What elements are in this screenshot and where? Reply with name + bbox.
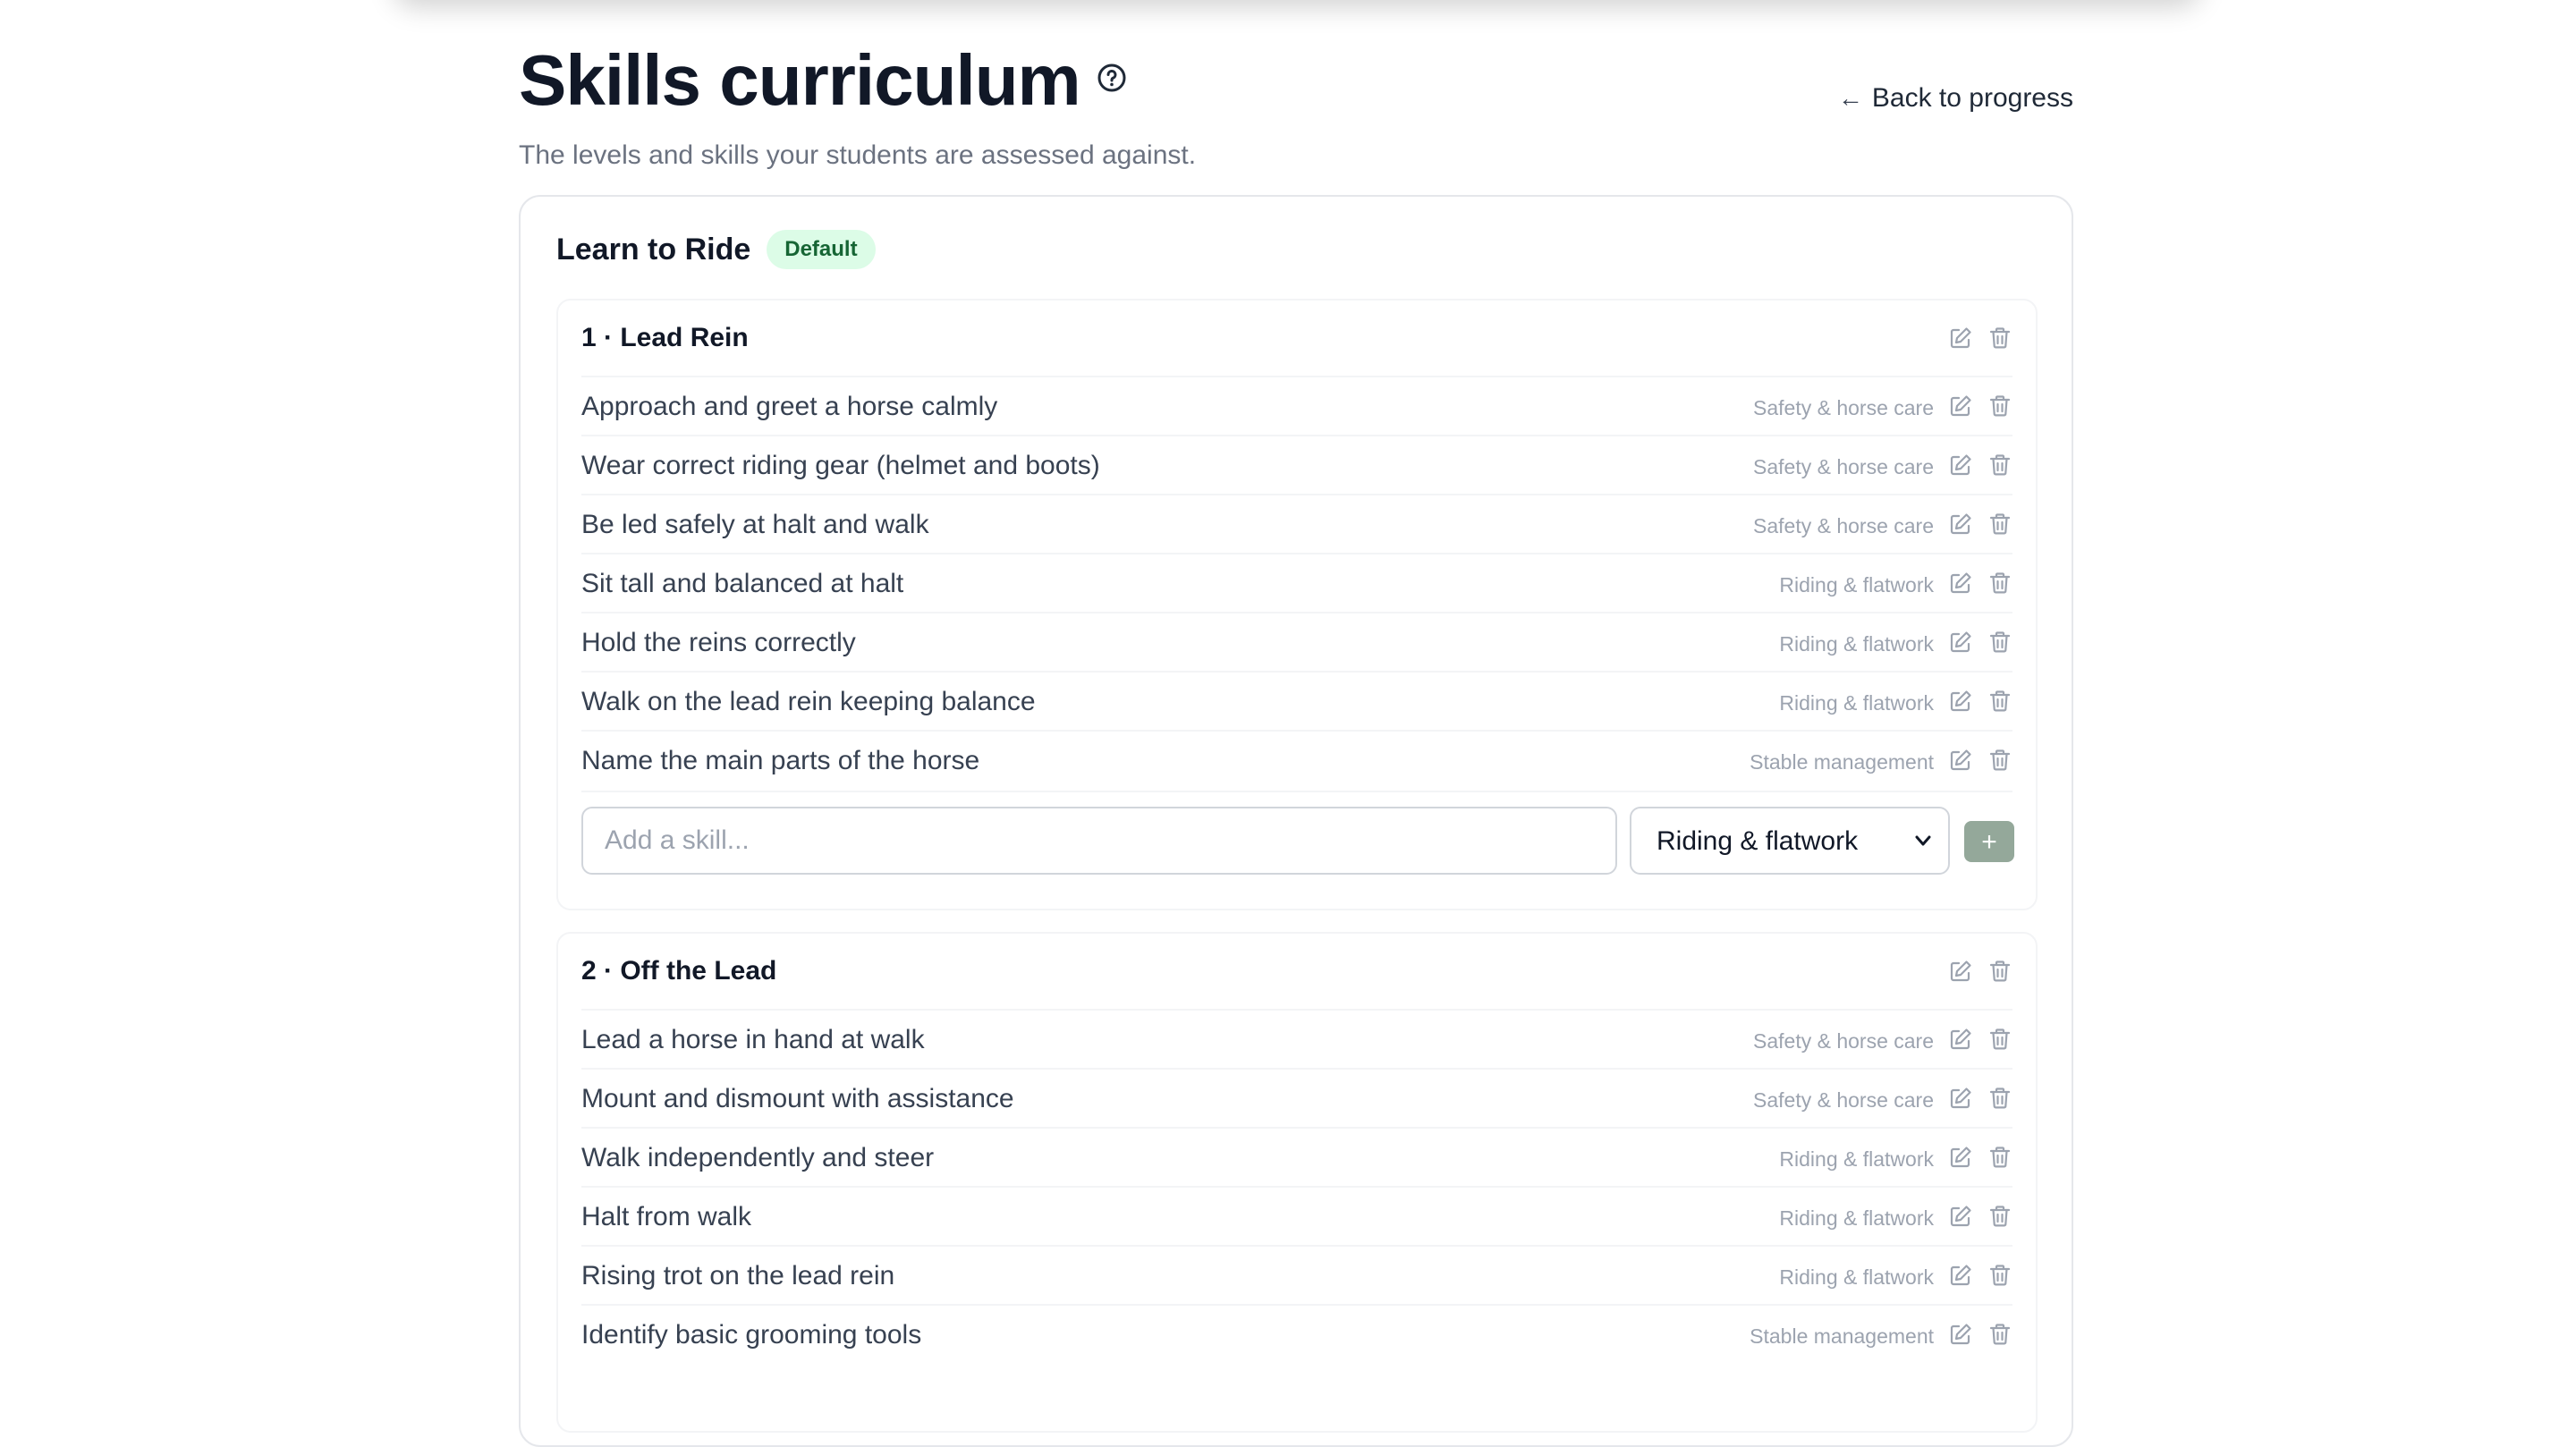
edit-icon[interactable] xyxy=(1948,571,1973,596)
skill-row: Walk independently and steer Riding & fl… xyxy=(581,1129,2012,1188)
edit-icon[interactable] xyxy=(1948,1145,1973,1170)
skill-category: Stable management xyxy=(1750,1324,1934,1348)
skill-row: Mount and dismount with assistance Safet… xyxy=(581,1070,2012,1129)
trash-icon[interactable] xyxy=(1987,512,2012,537)
back-to-progress-link[interactable]: ← Back to progress xyxy=(1838,82,2073,114)
trash-icon[interactable] xyxy=(1987,1204,2012,1229)
skill-category: Riding & flatwork xyxy=(1779,1265,1934,1289)
edit-icon[interactable] xyxy=(1948,393,1973,419)
skill-category: Riding & flatwork xyxy=(1779,632,1934,656)
curriculum-header: Learn to Ride Default xyxy=(556,227,876,272)
skill-name: Lead a horse in hand at walk xyxy=(581,1025,925,1054)
page-content: Skills curriculum ← Back to progress The … xyxy=(519,36,2073,1447)
skill-name: Sit tall and balanced at halt xyxy=(581,569,904,598)
skill-name: Mount and dismount with assistance xyxy=(581,1084,1014,1113)
curriculum-card: Learn to Ride Default 1 · Lead Rein Appr… xyxy=(519,195,2073,1447)
skill-list: Approach and greet a horse calmly Safety… xyxy=(558,377,2036,791)
skill-row: Wear correct riding gear (helmet and boo… xyxy=(581,436,2012,495)
add-skill-input[interactable] xyxy=(581,807,1617,875)
skill-category: Safety & horse care xyxy=(1753,514,1934,537)
trash-icon[interactable] xyxy=(1987,1086,2012,1111)
trash-icon[interactable] xyxy=(1987,689,2012,714)
skill-row: Lead a horse in hand at walk Safety & ho… xyxy=(581,1011,2012,1070)
edit-icon[interactable] xyxy=(1948,959,1973,984)
skill-category: Riding & flatwork xyxy=(1779,1206,1934,1230)
add-skill-button[interactable]: + xyxy=(1964,821,2014,862)
arrow-left-icon: ← xyxy=(1837,84,1863,112)
edit-icon[interactable] xyxy=(1948,453,1973,478)
question-circle-icon[interactable] xyxy=(1097,63,1127,93)
skill-row: Rising trot on the lead rein Riding & fl… xyxy=(581,1247,2012,1306)
trash-icon[interactable] xyxy=(1987,1145,2012,1170)
edit-icon[interactable] xyxy=(1948,1027,1973,1052)
back-link-label: Back to progress xyxy=(1871,83,2073,113)
level-header: 1 · Lead Rein xyxy=(581,300,2012,377)
edit-icon[interactable] xyxy=(1948,630,1973,655)
skill-name: Identify basic grooming tools xyxy=(581,1320,922,1350)
skill-list: Lead a horse in hand at walk Safety & ho… xyxy=(558,1011,2036,1365)
skill-row: Name the main parts of the horse Stable … xyxy=(581,732,2012,791)
skill-row: Identify basic grooming tools Stable man… xyxy=(581,1306,2012,1365)
skill-category: Riding & flatwork xyxy=(1779,573,1934,597)
skill-category: Riding & flatwork xyxy=(1779,691,1934,715)
default-badge: Default xyxy=(767,230,876,269)
edit-icon[interactable] xyxy=(1948,326,1973,351)
skill-name: Wear correct riding gear (helmet and boo… xyxy=(581,451,1100,480)
skill-category: Safety & horse care xyxy=(1753,1088,1934,1112)
skill-name: Be led safely at halt and walk xyxy=(581,510,929,539)
skill-row: Be led safely at halt and walk Safety & … xyxy=(581,495,2012,554)
category-select[interactable]: Riding & flatwork xyxy=(1630,807,1950,875)
skill-row: Halt from walk Riding & flatwork xyxy=(581,1188,2012,1247)
skill-name: Halt from walk xyxy=(581,1202,752,1231)
edit-icon[interactable] xyxy=(1948,512,1973,537)
level-header: 2 · Off the Lead xyxy=(581,934,2012,1011)
trash-icon[interactable] xyxy=(1987,571,2012,596)
edit-icon[interactable] xyxy=(1948,1204,1973,1229)
add-skill-row: Riding & flatwork + xyxy=(581,791,2014,898)
trash-icon[interactable] xyxy=(1987,1263,2012,1288)
level-name: 1 · Lead Rein xyxy=(581,323,749,352)
skill-category: Safety & horse care xyxy=(1753,455,1934,478)
skill-category: Safety & horse care xyxy=(1753,1029,1934,1053)
skill-name: Walk independently and steer xyxy=(581,1143,935,1172)
edit-icon[interactable] xyxy=(1948,689,1973,714)
skill-name: Hold the reins correctly xyxy=(581,628,856,657)
trash-icon[interactable] xyxy=(1987,1027,2012,1052)
trash-icon[interactable] xyxy=(1987,630,2012,655)
trash-icon[interactable] xyxy=(1987,453,2012,478)
page-title: Skills curriculum xyxy=(519,40,1081,120)
skill-row: Hold the reins correctly Riding & flatwo… xyxy=(581,613,2012,673)
edit-icon[interactable] xyxy=(1948,748,1973,773)
edit-icon[interactable] xyxy=(1948,1322,1973,1347)
page-header: Skills curriculum ← Back to progress xyxy=(519,36,2073,125)
skill-category: Safety & horse care xyxy=(1753,396,1934,419)
skill-name: Name the main parts of the horse xyxy=(581,746,980,775)
skill-row: Walk on the lead rein keeping balance Ri… xyxy=(581,673,2012,732)
edit-icon[interactable] xyxy=(1948,1086,1973,1111)
skill-category: Riding & flatwork xyxy=(1779,1147,1934,1171)
level-name: 2 · Off the Lead xyxy=(581,956,777,986)
skill-category: Stable management xyxy=(1750,750,1934,774)
skill-name: Approach and greet a horse calmly xyxy=(581,392,998,421)
trash-icon[interactable] xyxy=(1987,959,2012,984)
level-card: 2 · Off the Lead Lead a horse in hand at… xyxy=(556,932,2038,1433)
level-card: 1 · Lead Rein Approach and greet a horse… xyxy=(556,299,2038,910)
skill-row: Sit tall and balanced at halt Riding & f… xyxy=(581,554,2012,613)
skill-name: Rising trot on the lead rein xyxy=(581,1261,895,1290)
page-subtitle: The levels and skills your students are … xyxy=(519,140,1197,170)
trash-icon[interactable] xyxy=(1987,1322,2012,1347)
trash-icon[interactable] xyxy=(1987,393,2012,419)
curriculum-title: Learn to Ride xyxy=(556,232,751,267)
edit-icon[interactable] xyxy=(1948,1263,1973,1288)
skill-row: Approach and greet a horse calmly Safety… xyxy=(581,377,2012,436)
skill-name: Walk on the lead rein keeping balance xyxy=(581,687,1036,716)
trash-icon[interactable] xyxy=(1987,326,2012,351)
trash-icon[interactable] xyxy=(1987,748,2012,773)
